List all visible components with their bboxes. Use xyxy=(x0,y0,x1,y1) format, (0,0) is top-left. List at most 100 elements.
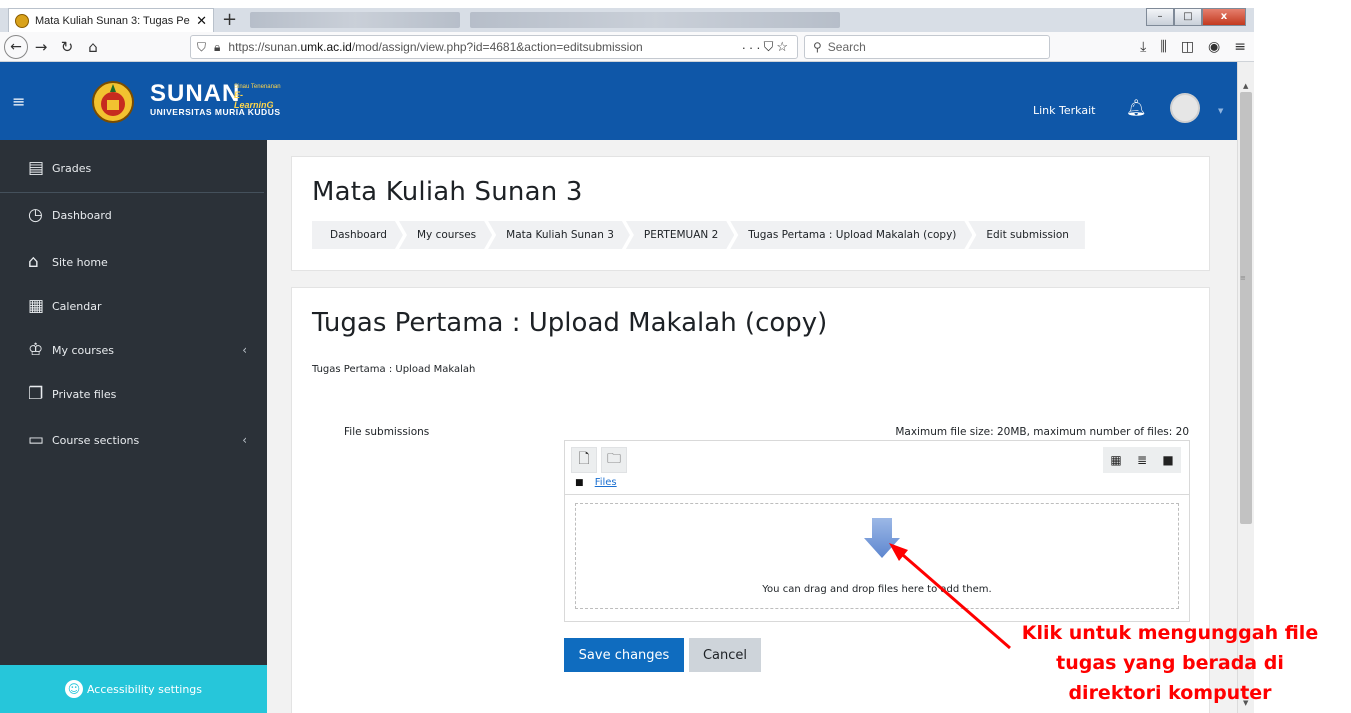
hamburger-menu-icon[interactable]: ≡ xyxy=(12,92,25,111)
scroll-up-icon[interactable]: ▲ xyxy=(1243,82,1248,90)
notification-bell-icon[interactable]: 🔔︎ xyxy=(1126,98,1146,117)
menu-icon[interactable]: ≡ xyxy=(1234,39,1246,55)
breadcrumb-item[interactable]: Tugas Pertama : Upload Makalah (copy) xyxy=(730,221,972,249)
sidebar-item-private-files[interactable]: ❐ Private files xyxy=(0,374,267,414)
dashboard-gauge-icon: ◷ xyxy=(28,205,43,225)
sidebar-item-my-courses[interactable]: ♔ My courses ‹ xyxy=(0,330,267,370)
breadcrumb: Dashboard My courses Mata Kuliah Sunan 3… xyxy=(312,221,1085,249)
page-scrollbar[interactable]: ▲ ≡ ▼ xyxy=(1237,62,1254,713)
home-icon[interactable]: ⌂ xyxy=(80,34,106,60)
download-icon[interactable]: ⤓ xyxy=(1140,39,1146,55)
user-menu-chevron-icon[interactable]: ▼ xyxy=(1218,107,1223,115)
sidebar-item-course-sections[interactable]: ▭ Course sections ‹ xyxy=(0,420,267,460)
sidebar-icon[interactable]: ◫ xyxy=(1181,39,1194,55)
back-arrow-icon[interactable]: ← xyxy=(4,34,28,59)
browser-toolbar: ⤓ ⫼ ◫ ◉ ≡ xyxy=(1140,35,1246,59)
sidebar-item-label: Grades xyxy=(52,161,92,175)
course-title: Mata Kuliah Sunan 3 xyxy=(312,177,583,207)
home-icon: ⌂ xyxy=(28,252,39,272)
assignment-title: Tugas Pertama : Upload Makalah (copy) xyxy=(312,308,828,338)
shield-icon[interactable]: ⛉ xyxy=(197,40,206,55)
save-changes-button[interactable]: Save changes xyxy=(564,638,684,672)
screenshot-root: Mata Kuliah Sunan 3: Tugas Pe ✕ + – □ x … xyxy=(0,0,1351,713)
search-placeholder: Search xyxy=(827,40,866,54)
sidebar-item-label: My courses xyxy=(52,343,114,357)
link-terkait-menu[interactable]: Link Terkait xyxy=(1033,104,1095,117)
drop-zone[interactable]: You can drag and drop files here to add … xyxy=(575,503,1179,609)
extension-icon[interactable]: ◉ xyxy=(1208,39,1220,55)
accessibility-label: Accessibility settings xyxy=(86,682,203,696)
pocket-icon[interactable]: ⛉ xyxy=(764,39,777,55)
file-submissions-label: File submissions xyxy=(344,426,430,438)
browser-tab-bar: Mata Kuliah Sunan 3: Tugas Pe ✕ + – □ x xyxy=(0,8,1254,32)
upload-arrow-icon[interactable] xyxy=(864,518,900,562)
breadcrumb-item-current: Edit submission xyxy=(968,221,1085,249)
browser-tab-active[interactable]: Mata Kuliah Sunan 3: Tugas Pe ✕ xyxy=(8,8,214,32)
tab-close-icon[interactable]: ✕ xyxy=(196,13,207,29)
sidebar-item-label: Site home xyxy=(52,255,108,269)
tab-title: Mata Kuliah Sunan 3: Tugas Pe xyxy=(35,14,190,27)
breadcrumb-item[interactable]: Mata Kuliah Sunan 3 xyxy=(488,221,630,249)
sidebar-item-grades[interactable]: ▤ Grades xyxy=(0,148,267,188)
search-icon: ⚲ xyxy=(813,40,822,54)
search-input[interactable]: ⚲ Search xyxy=(804,35,1050,59)
annotation-line: tugas yang berada di xyxy=(1056,652,1284,674)
tree-view-folder-icon[interactable]: ■ xyxy=(1155,447,1181,473)
window-controls: – □ x xyxy=(1146,8,1246,26)
graduation-cap-icon: ♔ xyxy=(28,340,44,360)
sidebar-item-label: Dashboard xyxy=(52,208,112,222)
breadcrumb-item[interactable]: Dashboard xyxy=(312,221,403,249)
site-header: ≡ SUNAN Sinau Tenenanan E-LearninG UNIVE… xyxy=(0,62,1237,140)
grades-book-icon: ▤ xyxy=(28,158,45,178)
files-root-link[interactable]: Files xyxy=(595,477,617,488)
create-folder-icon[interactable]: 🗀︎ xyxy=(601,447,627,473)
folder-icon: ▭ xyxy=(28,430,45,450)
site-favicon-icon xyxy=(15,13,29,28)
files-icon: ❐ xyxy=(28,384,44,404)
reload-icon[interactable]: ↻ xyxy=(54,34,80,60)
maximize-button[interactable]: □ xyxy=(1174,8,1202,26)
user-avatar[interactable] xyxy=(1170,93,1200,123)
brand-tagline: E-LearninG xyxy=(234,90,274,110)
blurred-tab[interactable] xyxy=(470,12,840,28)
drop-hint: You can drag and drop files here to add … xyxy=(762,584,992,595)
bookmark-star-icon[interactable]: ☆ xyxy=(776,39,791,55)
view-switcher: ▦ ≣ ■ xyxy=(1103,447,1181,473)
annotation-line: direktori komputer xyxy=(1068,682,1272,704)
close-window-button[interactable]: x xyxy=(1202,8,1246,26)
cancel-button[interactable]: Cancel xyxy=(689,638,761,672)
breadcrumb-item[interactable]: PERTEMUAN 2 xyxy=(626,221,734,249)
university-logo[interactable] xyxy=(92,80,134,124)
scrollbar-thumb[interactable] xyxy=(1240,92,1252,524)
sidebar-item-label: Course sections xyxy=(52,433,140,447)
file-limits-text: Maximum file size: 20MB, maximum number … xyxy=(895,426,1189,438)
calendar-icon: ▦ xyxy=(28,296,45,316)
new-tab-button[interactable]: + xyxy=(222,9,237,30)
page-header-card: Mata Kuliah Sunan 3 Dashboard My courses… xyxy=(291,156,1210,271)
library-icon[interactable]: ⫼ xyxy=(1160,39,1166,55)
page-actions-icon[interactable]: ··· xyxy=(742,40,764,55)
lock-icon[interactable]: 🔒︎ xyxy=(214,40,220,55)
folder-icon: ■ xyxy=(575,478,584,488)
scroll-grip-icon: ≡ xyxy=(1240,274,1246,282)
blurred-tab[interactable] xyxy=(250,12,460,28)
address-bar[interactable]: ⛉ 🔒︎ https://sunan.umk.ac.id/mod/assign/… xyxy=(190,35,798,59)
browser-nav-bar: ← → ↻ ⌂ ⛉ 🔒︎ https://sunan.umk.ac.id/mod… xyxy=(0,32,1254,62)
grid-view-icon[interactable]: ▦ xyxy=(1103,447,1129,473)
chevron-left-icon[interactable]: ‹ xyxy=(242,433,247,447)
minimize-button[interactable]: – xyxy=(1146,8,1174,26)
file-manager: 🗋︎ 🗀︎ ▦ ≣ ■ ■ Files You can drag and dro… xyxy=(564,440,1190,622)
sidebar-item-site-home[interactable]: ⌂ Site home xyxy=(0,242,267,282)
sidebar-item-dashboard[interactable]: ◷ Dashboard xyxy=(0,195,267,235)
accessibility-settings-button[interactable]: ☺ Accessibility settings xyxy=(0,665,267,713)
nav-drawer: ▤ Grades ◷ Dashboard ⌂ Site home ▦ Calen… xyxy=(0,140,267,713)
list-view-icon[interactable]: ≣ xyxy=(1129,447,1155,473)
sidebar-item-calendar[interactable]: ▦ Calendar xyxy=(0,286,267,326)
accessibility-icon: ☺ xyxy=(64,680,83,698)
sidebar-item-label: Private files xyxy=(52,387,117,401)
breadcrumb-item[interactable]: My courses xyxy=(399,221,492,249)
forward-arrow-icon[interactable]: → xyxy=(28,34,54,60)
url-text: https://sunan.umk.ac.id/mod/assign/view.… xyxy=(228,40,643,54)
add-file-icon[interactable]: 🗋︎ xyxy=(571,447,597,473)
chevron-left-icon[interactable]: ‹ xyxy=(242,343,247,357)
